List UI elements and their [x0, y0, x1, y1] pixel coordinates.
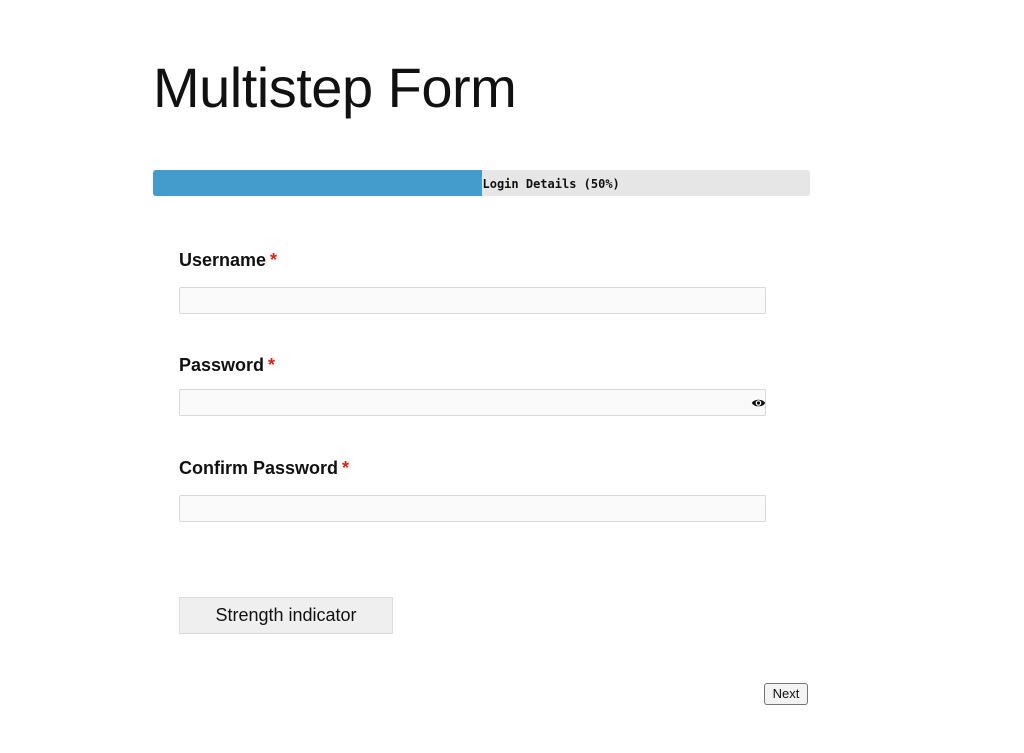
confirm-password-label: Confirm Password * — [179, 457, 349, 479]
required-marker: * — [342, 458, 350, 478]
required-marker: * — [270, 250, 278, 270]
progress-bar: Login Details (50%) — [153, 170, 810, 196]
page: Multistep Form Login Details (50%) Usern… — [0, 0, 1024, 753]
confirm-password-label-text: Confirm Password — [179, 458, 339, 478]
password-label-text: Password — [179, 355, 265, 375]
next-button[interactable]: Next — [764, 683, 808, 705]
eye-icon[interactable] — [751, 396, 766, 408]
password-input[interactable] — [179, 389, 766, 416]
username-label-text: Username — [179, 250, 267, 270]
progress-fill — [153, 170, 482, 196]
username-label: Username * — [179, 249, 277, 271]
password-label: Password * — [179, 354, 275, 376]
required-marker: * — [268, 355, 276, 375]
username-input[interactable] — [179, 287, 766, 314]
progress-label: Login Details (50%) — [482, 177, 620, 191]
confirm-password-input[interactable] — [179, 495, 766, 522]
page-title: Multistep Form — [153, 56, 517, 119]
strength-indicator-button[interactable]: Strength indicator — [179, 597, 393, 634]
